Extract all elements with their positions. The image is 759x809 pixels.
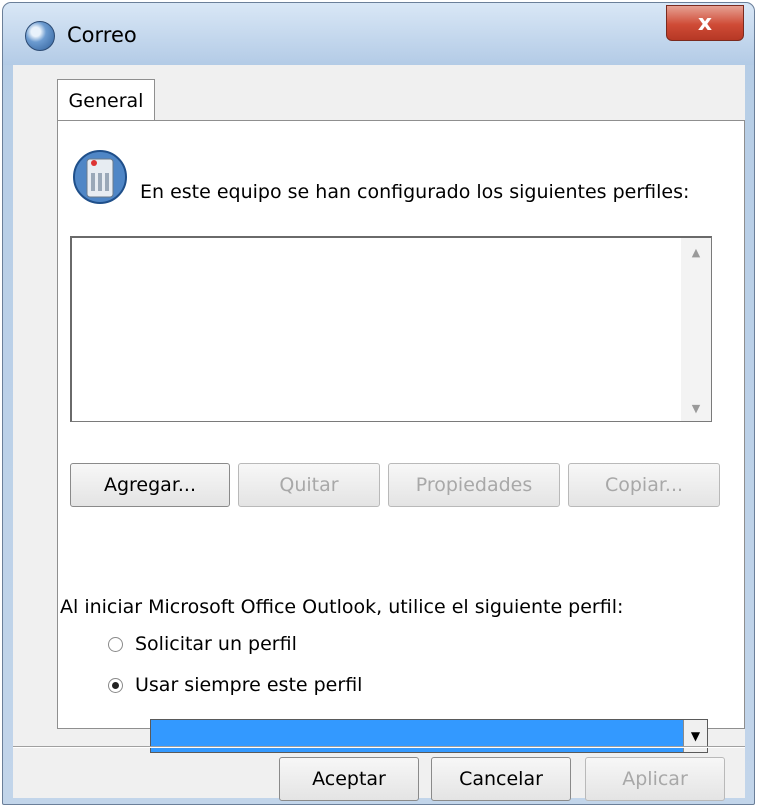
footer-separator — [13, 746, 745, 748]
ok-button[interactable]: Aceptar — [279, 757, 419, 801]
title-bar[interactable]: Correo x — [3, 3, 754, 65]
mail-dialog-window: Correo x General En este equipo se han c… — [2, 2, 755, 805]
always-use-profile-label: Usar siempre este perfil — [135, 674, 363, 696]
listbox-scrollbar[interactable]: ▲ ▼ — [681, 238, 711, 421]
profile-properties-button[interactable]: Propiedades — [388, 463, 560, 507]
dialog-client-area: General En este equipo se han configurad… — [13, 65, 745, 801]
mail-app-icon — [25, 21, 55, 51]
prompt-profile-option[interactable]: Solicitar un perfil — [108, 633, 297, 655]
general-panel: En este equipo se han configurado los si… — [57, 120, 745, 753]
window-title: Correo — [67, 23, 137, 47]
tab-general[interactable]: General — [57, 79, 155, 121]
cancel-button[interactable]: Cancelar — [431, 757, 571, 801]
apply-button[interactable]: Aplicar — [585, 757, 725, 801]
prompt-profile-label: Solicitar un perfil — [135, 633, 297, 655]
always-use-profile-radio[interactable] — [108, 677, 123, 693]
copy-profile-button[interactable]: Copiar... — [568, 463, 720, 507]
profiles-intro-label: En este equipo se han configurado los si… — [140, 181, 690, 203]
remove-profile-button[interactable]: Quitar — [238, 463, 380, 507]
close-button[interactable]: x — [666, 5, 744, 41]
always-use-profile-option[interactable]: Usar siempre este perfil — [108, 674, 362, 696]
add-profile-button[interactable]: Agregar... — [70, 463, 230, 507]
prompt-profile-radio[interactable] — [108, 636, 123, 652]
profiles-icon — [73, 150, 127, 204]
profiles-listbox[interactable]: ▲ ▼ — [70, 236, 712, 422]
scroll-down-arrow-icon[interactable]: ▼ — [681, 402, 711, 415]
startup-profile-label: Al iniciar Microsoft Office Outlook, uti… — [60, 596, 624, 618]
scroll-up-arrow-icon[interactable]: ▲ — [681, 246, 711, 259]
